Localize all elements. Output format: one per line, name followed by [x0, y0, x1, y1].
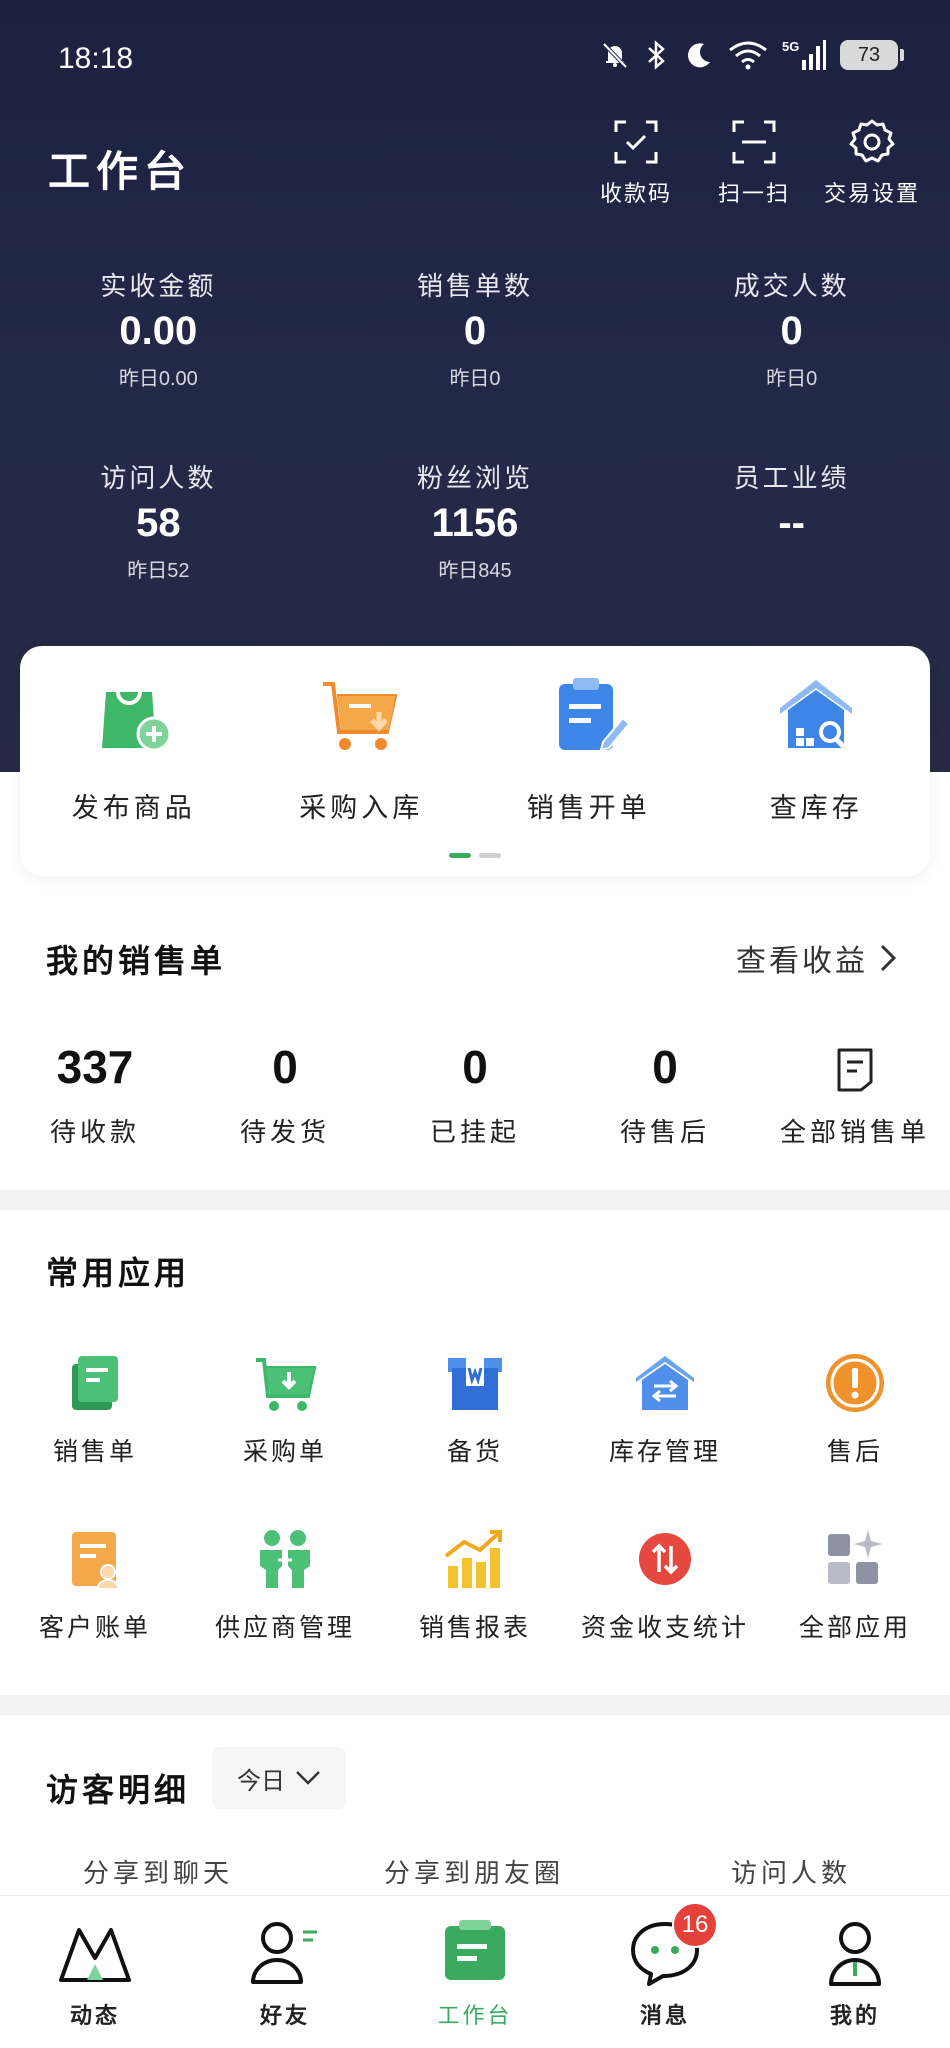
common-apps-section: 常用应用 销售单 采购单 备货 库存管理 售后 客户账单 供应商管理 销售报表 … — [0, 1210, 950, 1695]
unread-badge: 16 — [672, 1902, 718, 1948]
quick-sales-billing[interactable]: 销售开单 — [489, 672, 689, 825]
trade-settings-label: 交易设置 — [823, 182, 920, 207]
tab-profile[interactable]: 我的 — [760, 1896, 950, 2048]
stat-staff-performance[interactable]: 员工业绩 -- — [633, 458, 950, 650]
status-time: 18:18 — [58, 42, 134, 75]
app-sales-order[interactable]: 销售单 — [0, 1350, 190, 1526]
header-actions: 收款码 扫一扫 交易设置 — [586, 118, 922, 208]
quick-check-inventory[interactable]: 查库存 — [716, 672, 916, 825]
clipboard-icon — [558, 678, 631, 752]
quick-actions-card: 发布商品 采购入库 销售开单 查库存 — [20, 646, 930, 876]
supplier-icon — [260, 1530, 310, 1588]
sales-all-orders[interactable]: 全部销售单 — [760, 1040, 950, 1149]
chevron-right-icon — [880, 944, 897, 972]
after-sales-icon — [826, 1354, 884, 1412]
bluetooth-icon — [648, 40, 665, 70]
moments-icon — [59, 1928, 131, 1982]
cash-flow-icon — [639, 1533, 691, 1585]
section-title-apps: 常用应用 — [46, 1254, 191, 1292]
sales-pending-payment[interactable]: 337 待收款 — [0, 1040, 190, 1149]
receive-qr-icon — [614, 120, 658, 164]
app-after-sales[interactable]: 售后 — [760, 1350, 950, 1526]
column-share-moments: 分享到朋友圈 — [383, 1859, 564, 1889]
quick-purchase-in[interactable]: 采购入库 — [261, 672, 461, 825]
all-apps-icon — [828, 1530, 882, 1584]
cart-in-icon — [323, 682, 398, 750]
stat-fan-views[interactable]: 粉丝浏览 1156 昨日845 — [317, 458, 634, 650]
carousel-dot-1[interactable] — [449, 853, 471, 858]
app-customer-bill[interactable]: 客户账单 — [0, 1526, 190, 1702]
carousel-dot-2[interactable] — [479, 853, 501, 858]
wifi-icon — [729, 41, 767, 70]
sales-pending-shipment[interactable]: 0 待发货 — [190, 1040, 380, 1149]
customer-bill-icon — [72, 1532, 119, 1589]
svg-text:5G: 5G — [782, 39, 799, 54]
page-title: 工作台 — [48, 147, 193, 196]
tab-friends[interactable]: 好友 — [190, 1896, 380, 2048]
receive-qr-button[interactable]: 收款码 — [586, 118, 686, 208]
stat-visitors[interactable]: 访问人数 58 昨日52 — [0, 458, 317, 650]
stat-sales-orders[interactable]: 销售单数 0 昨日0 — [317, 266, 634, 458]
sales-suspended[interactable]: 0 已挂起 — [380, 1040, 570, 1149]
bottom-tab-bar: 动态 好友 工作台 消息 16 我的 — [0, 1895, 950, 2048]
receive-qr-label: 收款码 — [599, 182, 672, 207]
section-divider — [0, 1695, 950, 1715]
quick-publish-product[interactable]: 发布商品 — [34, 672, 234, 825]
app-inventory-management[interactable]: 库存管理 — [570, 1350, 760, 1526]
stat-buyers[interactable]: 成交人数 0 昨日0 — [633, 266, 950, 458]
visitor-details-section: 访客明细 今日 分享到聊天 分享到朋友圈 访问人数 — [0, 1715, 950, 1895]
status-icons: 5G 73 — [600, 38, 904, 72]
signal-5g-icon: 5G — [782, 39, 826, 70]
scan-icon — [732, 120, 776, 164]
profile-icon — [829, 1922, 881, 1986]
inventory-house-icon — [636, 1356, 694, 1410]
app-cash-flow-stats[interactable]: 资金收支统计 — [570, 1526, 760, 1702]
view-earnings-link[interactable]: 查看收益 — [736, 936, 898, 980]
sales-pending-aftersale[interactable]: 0 待售后 — [570, 1040, 760, 1149]
stats-panel: 实收金额 0.00 昨日0.00 销售单数 0 昨日0 成交人数 0 昨日0 访… — [0, 266, 950, 650]
friends-icon — [251, 1922, 317, 1984]
tab-moments[interactable]: 动态 — [0, 1896, 190, 2048]
purchase-cart-icon — [256, 1358, 317, 1411]
status-bar: 18:18 5G 73 — [0, 0, 950, 110]
column-share-chat: 分享到聊天 — [82, 1859, 233, 1889]
section-divider — [0, 1190, 950, 1210]
tab-workbench[interactable]: 工作台 — [380, 1896, 570, 2048]
section-title-sales: 我的销售单 — [46, 942, 227, 980]
app-all-apps[interactable]: 全部应用 — [760, 1526, 950, 1702]
scan-label: 扫一扫 — [717, 182, 790, 207]
gear-icon — [849, 119, 895, 163]
warehouse-search-icon — [780, 680, 853, 749]
section-title-visitors: 访客明细 — [46, 1771, 191, 1809]
app-stock-prep[interactable]: 备货 — [380, 1350, 570, 1526]
stock-box-icon — [448, 1358, 502, 1410]
app-supplier-management[interactable]: 供应商管理 — [190, 1526, 380, 1702]
scan-button[interactable]: 扫一扫 — [704, 118, 804, 208]
moon-icon — [688, 43, 710, 68]
app-purchase-order[interactable]: 采购单 — [190, 1350, 380, 1526]
column-visitor-count: 访问人数 — [730, 1859, 851, 1889]
trade-settings-button[interactable]: 交易设置 — [822, 118, 922, 208]
workbench-icon — [445, 1920, 505, 1980]
chevron-down-icon — [296, 1771, 320, 1785]
document-icon — [837, 1048, 873, 1092]
tab-messages[interactable]: 消息 16 — [570, 1896, 760, 2048]
carousel-dots — [20, 853, 930, 858]
sales-order-icon — [72, 1356, 118, 1410]
date-range-select[interactable]: 今日 — [212, 1747, 346, 1809]
my-sales-section: 我的销售单 查看收益 337 待收款 0 待发货 0 已挂起 0 待售后 全部销… — [0, 900, 950, 1190]
sales-report-icon — [444, 1530, 502, 1588]
battery-indicator: 73 — [840, 40, 904, 70]
mute-bell-icon — [602, 42, 628, 69]
stat-received-amount[interactable]: 实收金额 0.00 昨日0.00 — [0, 266, 317, 458]
app-sales-report[interactable]: 销售报表 — [380, 1526, 570, 1702]
publish-bag-icon — [101, 691, 172, 752]
